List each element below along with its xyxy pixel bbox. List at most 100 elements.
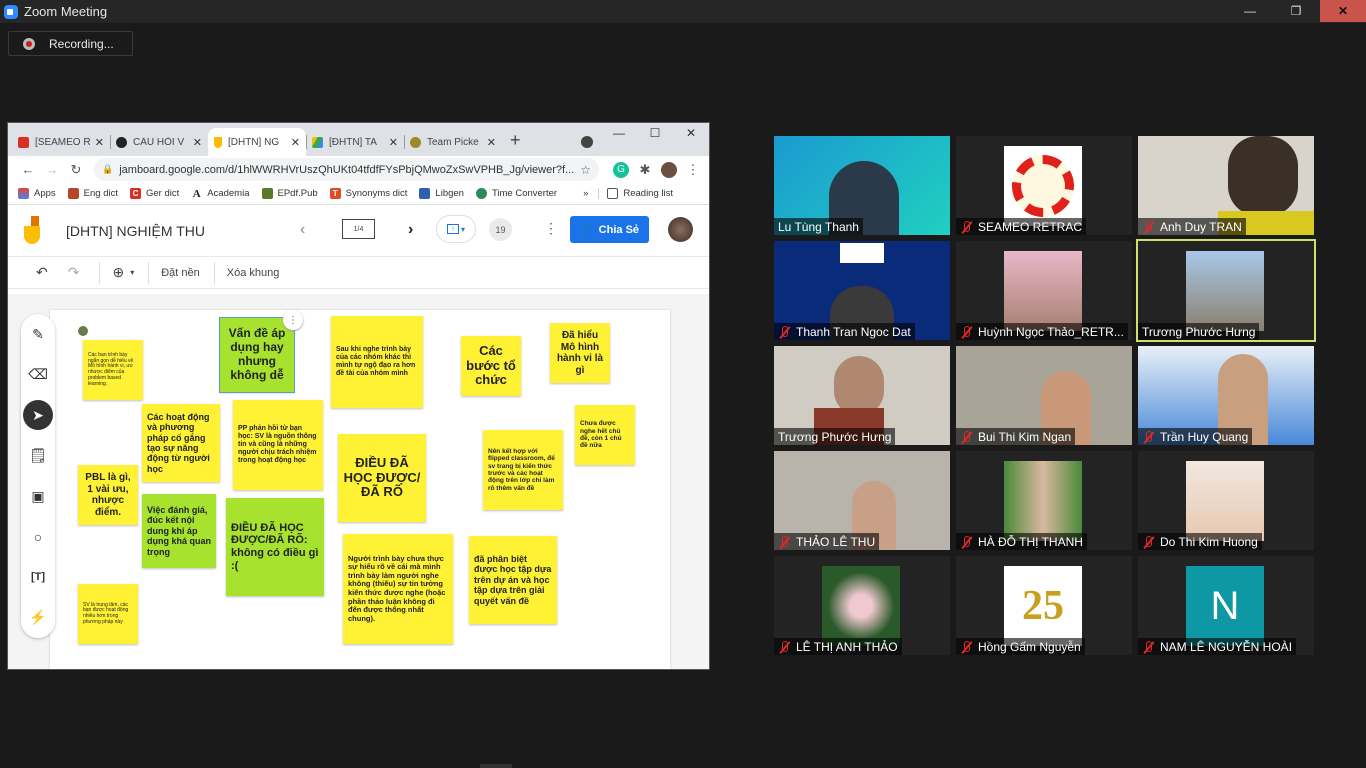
participant-tile[interactable]: Bui Thi Kim Ngan	[956, 346, 1132, 445]
image-icon[interactable]: ▣	[23, 481, 53, 511]
reading-list-button[interactable]: Reading list	[598, 188, 673, 199]
close-tab-icon[interactable]: ✕	[291, 136, 300, 149]
close-tab-icon[interactable]: ✕	[487, 136, 496, 149]
browser-close-button[interactable]: ✕	[673, 123, 709, 143]
bookmark-time-converter[interactable]: Time Converter	[475, 188, 557, 199]
participant-tile[interactable]: THẢO LÊ THU	[774, 451, 950, 550]
text-box-icon[interactable]: [T]	[23, 562, 53, 592]
bookmark-label: Apps	[34, 188, 56, 199]
laser-icon[interactable]: ⚡	[23, 603, 53, 633]
forward-icon[interactable]: →	[40, 162, 64, 177]
sticky-note[interactable]: Chưa được nghe hết chủ đề, còn 1 chủ đề …	[575, 405, 635, 465]
browser-minimize-button[interactable]: —	[601, 123, 637, 143]
bookmark-label: Libgen	[435, 188, 464, 199]
more-bookmarks-button[interactable]: »	[583, 188, 588, 199]
jam-board-canvas[interactable]: Các bạn trình bày ngắn gọn dễ hiểu về Mô…	[50, 310, 670, 669]
participant-tile[interactable]: Lu Tùng Thanh	[774, 136, 950, 235]
sticky-note-selected[interactable]: Vấn đề áp dụng hay nhưng không dễ	[219, 317, 295, 393]
eraser-icon[interactable]: ⌫	[23, 360, 53, 390]
zoom-dropdown-icon[interactable]: ▾	[130, 268, 134, 277]
sticky-note[interactable]: ĐIỀU ĐÃ HỌC ĐƯỢC/ĐÃ RÕ	[338, 434, 426, 522]
sticky-note[interactable]: Các bước tổ chức	[461, 336, 521, 396]
clear-frame-button[interactable]: Xóa khung	[227, 267, 280, 279]
tab-label: [ĐHTN] TA	[329, 136, 377, 148]
new-tab-button[interactable]: +	[510, 130, 521, 151]
pen-icon[interactable]: ✎	[23, 319, 53, 349]
profile-avatar[interactable]	[661, 161, 677, 178]
prev-frame-button[interactable]: ‹	[300, 221, 305, 239]
bookmark-apps[interactable]: Apps	[18, 188, 56, 199]
sticky-note[interactable]: ĐIỀU ĐÃ HỌC ĐƯỢC/ĐÃ RÕ: không có điều gì…	[226, 498, 324, 596]
sticky-note[interactable]: Các hoạt động và phương pháp cố gắng tạo…	[142, 404, 220, 482]
extensions-icon[interactable]: ✱	[637, 162, 653, 178]
reload-icon[interactable]: ↻	[64, 162, 88, 178]
participant-tile[interactable]: SEAMEO RETRAC	[956, 136, 1132, 235]
close-button[interactable]: ✕	[1320, 0, 1366, 22]
bookmark-ger-dict[interactable]: C Ger dict	[129, 188, 179, 199]
account-avatar[interactable]	[668, 217, 693, 242]
participant-tile[interactable]: Trương Phước Hưng	[774, 346, 950, 445]
tab-search-icon[interactable]	[580, 136, 593, 148]
browser-maximize-button[interactable]: ☐	[637, 123, 673, 143]
scroll-handle[interactable]	[480, 764, 512, 768]
browser-tab[interactable]: Team Picke ✕	[404, 128, 502, 156]
more-options-icon[interactable]: ⋮	[544, 220, 558, 237]
bookmark-academia[interactable]: A Academia	[191, 188, 250, 200]
browser-tab[interactable]: [SEAMEO R ✕	[12, 128, 110, 156]
url-input[interactable]: 🔒 jamboard.google.com/d/1hlWWRHVrUszQhUK…	[94, 158, 599, 181]
minimize-button[interactable]: —	[1227, 0, 1273, 22]
grammarly-icon[interactable]: G	[613, 161, 629, 178]
sticky-note[interactable]: SV là trung tâm, các bạn được hoạt động …	[78, 584, 138, 644]
sticky-note[interactable]: Các bạn trình bày ngắn gọn dễ hiểu về Mô…	[83, 340, 143, 400]
close-tab-icon[interactable]: ✕	[193, 136, 202, 149]
participant-tile[interactable]: LÊ THỊ ANH THẢO	[774, 556, 950, 655]
restore-button[interactable]: ❐	[1273, 0, 1319, 22]
undo-icon[interactable]: ↶	[36, 264, 48, 281]
select-icon[interactable]: ➤	[23, 400, 53, 431]
viewer-count[interactable]: 19	[489, 218, 512, 241]
sticky-note[interactable]: Nên kết hợp với flipped classroom, để sv…	[483, 430, 563, 510]
frame-bar-button[interactable]: 1/4	[342, 219, 375, 239]
muted-mic-icon	[1142, 220, 1154, 233]
sticky-note[interactable]: Người trình bày chưa thực sự hiểu rõ về …	[343, 534, 453, 644]
sticky-note[interactable]: Sau khi nghe trình bày của các nhóm khác…	[331, 316, 423, 408]
participant-tile[interactable]: 25 Hồng Gấm Nguyễn	[956, 556, 1132, 655]
sticky-note[interactable]: Việc đánh giá, đúc kết nội dung khi áp d…	[142, 494, 216, 568]
participant-tile[interactable]: Do Thi Kim Huong	[1138, 451, 1314, 550]
next-frame-button[interactable]: ›	[408, 221, 413, 239]
sticky-note-icon[interactable]: 🗒	[23, 441, 53, 471]
recording-indicator[interactable]: Recording...	[8, 31, 133, 56]
sticky-note[interactable]: PBL là gì, 1 vài ưu, nhược điểm.	[78, 465, 138, 525]
chrome-menu-icon[interactable]: ⋮	[685, 162, 701, 178]
bookmark-libgen[interactable]: Libgen	[419, 188, 464, 199]
browser-tab-active[interactable]: [DHTN] NG ✕	[208, 128, 306, 156]
bookmark-synonyms[interactable]: T Synonyms dict	[329, 188, 407, 199]
jamboard-icon	[214, 136, 222, 148]
participant-tile[interactable]: Thanh Tran Ngoc Dat	[774, 241, 950, 340]
redo-icon[interactable]: ↷	[68, 264, 80, 281]
close-tab-icon[interactable]: ✕	[389, 136, 398, 149]
set-background-button[interactable]: Đặt nền	[161, 267, 200, 279]
sticky-note[interactable]: đã phân biệt được học tập dựa trên dự án…	[469, 536, 557, 624]
share-button[interactable]: 👤 Chia Sẻ	[570, 216, 649, 243]
bookmark-eng-dict[interactable]: Eng dict	[67, 188, 118, 199]
circle-icon[interactable]: ○	[23, 522, 53, 552]
bookmark-star-icon[interactable]: ☆	[580, 163, 591, 177]
note-menu-icon[interactable]: ⋮	[283, 310, 303, 330]
sticky-note[interactable]: Đã hiểu Mô hình hành vi là gì	[550, 323, 610, 383]
participant-tile[interactable]: Anh Duy TRAN	[1138, 136, 1314, 235]
participant-tile[interactable]: Huỳnh Ngọc Thảo_RETR...	[956, 241, 1132, 340]
browser-tab[interactable]: CÂU HỎI V ✕	[110, 128, 208, 156]
sticky-note[interactable]: PP phản hồi từ bạn học: SV là nguồn thôn…	[233, 400, 323, 490]
zoom-in-icon[interactable]: ⊕	[112, 264, 124, 281]
participant-tile[interactable]: N NAM LÊ NGUYỄN HOÀI	[1138, 556, 1314, 655]
participant-tile[interactable]: HÀ ĐỖ THỊ THANH	[956, 451, 1132, 550]
back-icon[interactable]: ←	[16, 162, 40, 177]
bookmark-epdf[interactable]: EPdf.Pub	[261, 188, 318, 199]
present-button[interactable]: ↑ ▾	[436, 215, 476, 243]
participant-tile[interactable]: Trần Huy Quang	[1138, 346, 1314, 445]
jam-title[interactable]: [DHTN] NGHIỆM THU	[66, 223, 205, 239]
close-tab-icon[interactable]: ✕	[95, 136, 104, 149]
participant-tile-active-speaker[interactable]: Trương Phước Hưng	[1136, 239, 1316, 342]
browser-tab[interactable]: [ĐHTN] TA ✕	[306, 128, 404, 156]
